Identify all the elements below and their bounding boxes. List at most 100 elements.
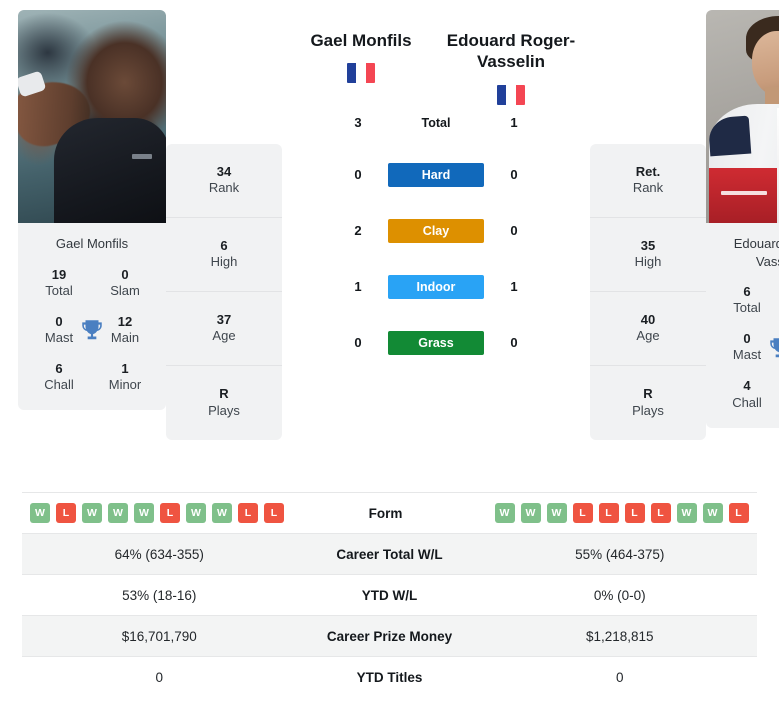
right-stat-age-label: Age [636,328,660,344]
player-names-row: Gael Monfils Edouard Roger-Vasselin [282,10,590,105]
left-player-flag-icon [347,63,375,84]
h2h-indoor-bar[interactable]: Indoor [388,274,484,299]
h2h-clay-left: 2 [354,223,362,238]
left-stat-high: 6 High [166,218,282,292]
h2h-grass-bar[interactable]: Grass [388,330,484,355]
left-stat-age: 37 Age [166,292,282,366]
left-stat-plays: R Plays [166,366,282,440]
table-row: 0 YTD Titles 0 [22,656,757,697]
left-player-column: Gael Monfils 19 Total 0 Slam 0 Mast 12 M… [18,10,166,410]
right-player-name: Edouard Roger-Vasselin [446,31,576,72]
photo-jacket-name-text [720,191,767,196]
table-row-form: WLWWWLWWLL Form WWWLLLLWWL [22,492,757,533]
photo-shirt-logo [132,154,152,159]
h2h-total-row: 3 Total 1 [346,99,526,147]
table-row: 64% (634-355) Career Total W/L 55% (464-… [22,533,757,574]
right-stat-plays-label: Plays [632,402,664,418]
right-player-column: Edouard Roger-Vasselin 6 Total 0 Slam 0 … [706,10,779,428]
right-titles-total-label: Total [733,300,761,316]
right-form-badge[interactable]: L [598,503,619,523]
right-form-badge[interactable]: L [624,503,645,523]
h2h-hard-right: 0 [510,167,518,182]
left-player-card-name: Gael Monfils [55,236,129,251]
right-ytd-titles: 0 [615,669,624,685]
h2h-hard-bar[interactable]: Hard [388,162,484,187]
photo-jacket-red-band [708,167,779,223]
left-ytd-titles: 0 [155,669,163,685]
right-stat-rank-label: Rank [632,180,664,196]
right-player-titles-card: Edouard Roger-Vasselin 6 Total 0 Slam 0 … [706,223,779,428]
trophy-icon [82,320,102,340]
right-form-badge[interactable]: L [572,503,593,523]
head-to-head-section: Gael Monfils 19 Total 0 Slam 0 Mast 12 M… [0,0,779,492]
right-form-badge[interactable]: L [650,503,671,523]
left-ytd-wl: 53% (18-16) [122,587,197,603]
left-form-badge[interactable]: L [264,503,284,523]
h2h-total-label: Total [421,115,451,130]
right-stat-rank-value: Ret. [635,163,661,179]
left-player-heading: Gael Monfils [286,30,436,84]
left-form-badge[interactable]: W [212,503,232,523]
right-form-badge[interactable]: W [702,503,723,523]
table-row: 53% (18-16) YTD W/L 0% (0-0) [22,574,757,615]
left-form-badge[interactable]: L [160,503,180,523]
left-titles-slam-label: Slam [110,282,140,298]
right-stat-plays-value: R [643,386,653,402]
player-comparison-page: Gael Monfils 19 Total 0 Slam 0 Mast 12 M… [0,0,779,719]
label-ytd-wl: YTD W/L [361,587,418,603]
right-stat-high-label: High [634,254,662,270]
h2h-total-left: 3 [354,115,362,130]
right-form-badge[interactable]: W [676,503,697,523]
h2h-surface-row-indoor: 1 Indoor 1 [346,259,526,315]
left-career-total-wl: 64% (634-355) [114,546,204,562]
right-form-badges: WWWLLLLWWL [479,503,758,523]
left-stat-age-value: 37 [216,311,232,327]
left-form-badge[interactable]: L [56,503,76,523]
left-stat-plays-value: R [219,386,229,402]
right-player-heading: Edouard Roger-Vasselin [436,30,586,105]
right-titles-chall-label: Chall [732,394,762,410]
left-player-photo[interactable] [18,10,166,223]
right-titles-total: 6 Total [714,284,779,317]
h2h-indoor-left: 1 [354,279,362,294]
right-form-badge[interactable]: W [520,503,541,523]
left-form-badge[interactable]: W [82,503,102,523]
left-form-badge[interactable]: W [30,503,50,523]
monfils-photo [18,10,166,223]
h2h-surface-row-hard: 0 Hard 0 [346,147,526,203]
right-stat-age: 40 Age [590,292,706,366]
left-form-badge[interactable]: W [108,503,128,523]
right-stat-high-value: 35 [640,237,656,253]
right-player-card-name: Edouard Roger-Vasselin [733,236,779,269]
table-row-form-label: Form [368,505,403,521]
left-stat-high-value: 6 [220,237,228,253]
left-stat-rank-label: Rank [208,180,240,196]
right-stat-high: 35 High [590,218,706,292]
h2h-total-right: 1 [510,115,518,130]
left-stat-rank: 34 Rank [166,144,282,218]
left-player-stats-column: 34 Rank 6 High 37 Age R Plays [166,144,282,440]
right-titles-grid: 6 Total 0 Slam 0 Mast 0 Main [714,284,779,411]
left-titles-chall: 6 Chall [26,361,92,394]
right-form-badge[interactable]: L [728,503,749,523]
left-stat-rank-value: 34 [216,163,232,179]
left-form-badge[interactable]: W [186,503,206,523]
left-titles-slam: 0 Slam [92,267,158,300]
photo-torso-shape [53,118,166,223]
left-form-badge[interactable]: W [134,503,154,523]
right-titles-chall: 4 Chall [714,378,779,411]
h2h-hard-left: 0 [354,167,362,182]
surface-breakdown: 3 Total 1 0 Hard 0 2 Clay 0 1 Indoor 1 0… [346,99,526,371]
right-player-photo[interactable] [706,10,779,223]
right-career-prize-money: $1,218,815 [585,628,654,644]
h2h-clay-bar[interactable]: Clay [388,218,484,243]
h2h-indoor-right: 1 [510,279,518,294]
right-stat-rank: Ret. Rank [590,144,706,218]
left-stat-plays-label: Plays [208,402,240,418]
right-form-badge[interactable]: W [494,503,515,523]
left-form-badge[interactable]: L [238,503,258,523]
h2h-grass-left: 0 [354,335,362,350]
left-titles-total-label: Total [45,282,73,298]
right-ytd-wl: 0% (0-0) [593,587,646,603]
right-form-badge[interactable]: W [546,503,567,523]
